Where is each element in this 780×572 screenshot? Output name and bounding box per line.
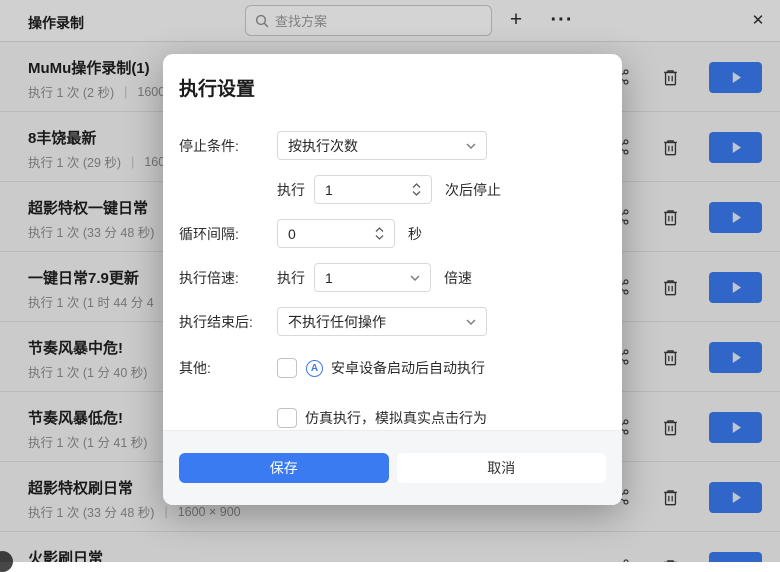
- stepper-arrows-icon[interactable]: [412, 183, 421, 196]
- speed-select[interactable]: 1: [314, 263, 431, 292]
- stop-condition-row: 停止条件: 按执行次数: [179, 131, 606, 160]
- loop-interval-unit: 秒: [408, 224, 422, 244]
- dialog-footer: 保存 取消: [163, 430, 622, 505]
- exec-prefix-label: 执行: [277, 180, 305, 200]
- after-end-row: 执行结束后: 不执行任何操作: [179, 307, 606, 336]
- save-button[interactable]: 保存: [179, 453, 389, 483]
- autostart-checkbox[interactable]: [277, 358, 297, 378]
- speed-label: 执行倍速:: [179, 268, 277, 288]
- after-end-select[interactable]: 不执行任何操作: [277, 307, 487, 336]
- stop-condition-select[interactable]: 按执行次数: [277, 131, 487, 160]
- loop-interval-value: 0: [288, 226, 296, 242]
- other-label: 其他:: [179, 358, 277, 378]
- autostart-text: 安卓设备启动后自动执行: [331, 358, 485, 378]
- chevron-down-icon: [466, 143, 476, 149]
- stop-condition-label: 停止条件:: [179, 136, 277, 156]
- operation-recording-window: 操作录制 查找方案 + ··· ✕ MuMu操作录制(1)执行 1 次 (2 秒…: [0, 0, 780, 562]
- loop-interval-row: 循环间隔: 0 秒: [179, 219, 606, 248]
- dialog-title: 执行设置: [179, 74, 606, 101]
- stop-condition-value: 按执行次数: [288, 136, 358, 156]
- speed-row: 执行倍速: 执行 1 倍速: [179, 263, 606, 292]
- loop-interval-stepper[interactable]: 0: [277, 219, 395, 248]
- speed-value: 1: [325, 270, 333, 286]
- exec-count-stepper[interactable]: 1: [314, 175, 432, 204]
- stepper-arrows-icon[interactable]: [375, 227, 384, 240]
- after-end-value: 不执行任何操作: [288, 312, 386, 332]
- simulate-row: 仿真执行，模拟真实点击行为: [179, 404, 606, 432]
- exec-count-value: 1: [325, 182, 333, 198]
- speed-suffix-label: 倍速: [444, 268, 472, 288]
- chevron-down-icon: [466, 319, 476, 325]
- loop-interval-label: 循环间隔:: [179, 224, 277, 244]
- after-end-label: 执行结束后:: [179, 312, 277, 332]
- chevron-down-icon: [410, 275, 420, 281]
- exec-suffix-label: 次后停止: [445, 180, 501, 200]
- execution-settings-dialog: 执行设置 停止条件: 按执行次数 执行 1 次后停止: [163, 54, 622, 505]
- cancel-button[interactable]: 取消: [397, 453, 607, 483]
- autostart-row: 其他: A 安卓设备启动后自动执行: [179, 354, 606, 382]
- simulate-checkbox[interactable]: [277, 408, 297, 428]
- simulate-text: 仿真执行，模拟真实点击行为: [305, 408, 487, 428]
- speed-prefix-label: 执行: [277, 268, 305, 288]
- android-autostart-icon: A: [306, 360, 323, 377]
- exec-count-row: 执行 1 次后停止: [179, 175, 606, 204]
